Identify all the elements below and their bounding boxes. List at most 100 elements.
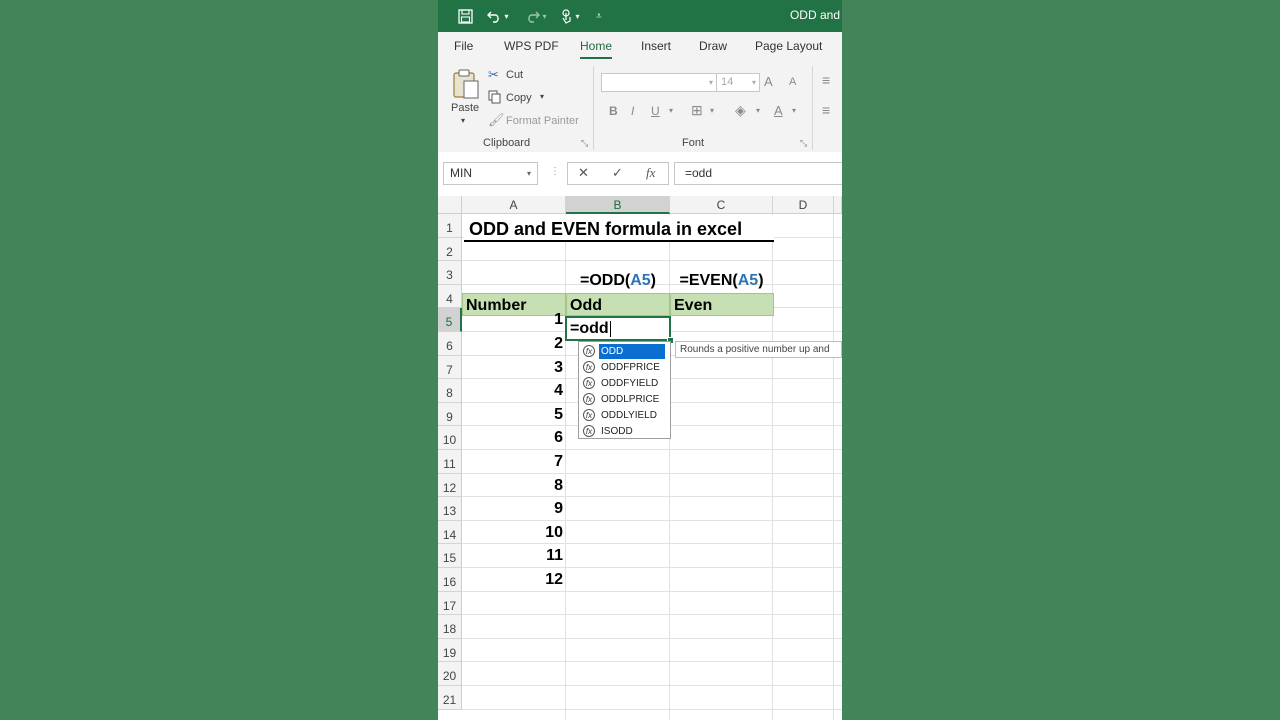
cancel-icon[interactable]: ✕ <box>578 165 589 181</box>
tab-draw[interactable]: Draw <box>699 39 727 53</box>
worksheet-grid[interactable]: A B C D 1 2 3 4 5 6 7 8 9 10 11 12 13 14 15 16 17 18 19 20 2… <box>438 196 842 720</box>
tab-home[interactable]: Home <box>580 39 613 59</box>
ribbon-tabs: File WPS PDF Home Insert Draw Page Layou… <box>438 32 842 60</box>
row-header-4[interactable]: 4 <box>438 284 462 309</box>
row-header-3[interactable]: 3 <box>438 261 462 285</box>
autocomplete-list: fx ODD fx ODDFPRICE fx ODDFYIELD fx ODDLPRIC… <box>578 341 671 439</box>
underline-dropdown-icon[interactable]: ▾ <box>669 106 673 115</box>
formula-input[interactable]: =odd <box>674 162 842 185</box>
font-launcher-icon[interactable]: ⤡ <box>800 138 807 149</box>
autocomplete-item-isodd[interactable]: fx ISODD <box>581 424 669 439</box>
number-cell[interactable]: 7 <box>462 450 563 473</box>
number-cell[interactable]: 10 <box>462 521 563 544</box>
column-header-b[interactable]: B <box>566 196 670 214</box>
redo-button[interactable]: ▾ <box>521 6 551 26</box>
shrink-font-icon[interactable]: A <box>789 76 796 88</box>
row-header-16[interactable]: 16 <box>438 568 462 592</box>
row-header-2[interactable]: 2 <box>438 237 462 262</box>
row-header-21[interactable]: 21 <box>438 686 462 710</box>
row-header-13[interactable]: 13 <box>438 497 462 521</box>
row-header-19[interactable]: 19 <box>438 638 462 663</box>
format-painter-button[interactable]: 🖌 Format Painter <box>488 112 588 130</box>
function-icon: fx <box>583 345 595 357</box>
fill-color-icon[interactable]: ◈ <box>735 102 746 119</box>
active-cell[interactable]: =odd <box>565 316 671 341</box>
number-cell[interactable]: 12 <box>462 568 563 591</box>
enter-icon[interactable]: ✓ <box>612 165 623 181</box>
row-header-15[interactable]: 15 <box>438 544 462 568</box>
bold-button[interactable]: B <box>609 104 618 118</box>
number-cell[interactable]: 3 <box>462 356 563 379</box>
row-header-17[interactable]: 17 <box>438 591 462 616</box>
header-odd-cell[interactable]: Odd <box>566 293 670 316</box>
tab-wps-pdf[interactable]: WPS PDF <box>504 39 559 53</box>
number-cell[interactable]: 5 <box>462 403 563 426</box>
insert-function-icon[interactable]: fx <box>646 165 655 181</box>
column-header-a[interactable]: A <box>462 196 566 214</box>
number-cell[interactable]: 2 <box>462 332 563 355</box>
autocomplete-item-oddfyield[interactable]: fx ODDFYIELD <box>581 376 669 391</box>
undo-button[interactable]: ▾ <box>483 6 513 26</box>
row-header-20[interactable]: 20 <box>438 662 462 686</box>
number-cell[interactable]: 8 <box>462 474 563 497</box>
row-header-1[interactable]: 1 <box>438 214 462 238</box>
row-header-11[interactable]: 11 <box>438 450 462 474</box>
cut-button[interactable]: ✂ Cut <box>488 66 538 84</box>
odd-formula-label[interactable]: =ODD(A5) <box>566 269 670 292</box>
touch-dropdown-icon[interactable]: ▾ <box>575 12 579 21</box>
row-header-18[interactable]: 18 <box>438 615 462 639</box>
paste-button[interactable]: Paste ▾ <box>448 66 484 128</box>
grow-font-icon[interactable]: A <box>764 74 773 89</box>
row-header-14[interactable]: 14 <box>438 520 462 545</box>
align-top-icon[interactable]: ≡ <box>822 72 830 88</box>
even-formula-label[interactable]: =EVEN(A5) <box>670 269 773 292</box>
row-header-12[interactable]: 12 <box>438 473 462 498</box>
autocomplete-item-odd[interactable]: fx ODD <box>581 344 669 359</box>
number-cell[interactable]: 11 <box>462 544 563 567</box>
number-cell[interactable]: 4 <box>462 379 563 402</box>
number-cell[interactable]: 9 <box>462 497 563 520</box>
number-cell[interactable]: 6 <box>462 426 563 449</box>
row-header-5[interactable]: 5 <box>438 308 462 332</box>
row-header-9[interactable]: 9 <box>438 402 462 427</box>
row-header-8[interactable]: 8 <box>438 379 462 403</box>
autocomplete-item-oddlprice[interactable]: fx ODDLPRICE <box>581 392 669 407</box>
touch-mode-button[interactable]: ▾ <box>555 6 585 26</box>
paste-dropdown-icon[interactable]: ▾ <box>461 116 465 125</box>
autocomplete-item-oddfprice[interactable]: fx ODDFPRICE <box>581 360 669 375</box>
tab-page-layout[interactable]: Page Layout <box>755 39 822 53</box>
name-box[interactable]: MIN ▾ <box>443 162 538 185</box>
tab-file[interactable]: File <box>454 39 473 53</box>
tab-insert[interactable]: Insert <box>641 39 671 53</box>
undo-dropdown-icon[interactable]: ▾ <box>504 12 508 21</box>
font-color-dropdown-icon[interactable]: ▾ <box>792 106 796 115</box>
font-name-select[interactable]: ▾ <box>601 73 717 92</box>
borders-icon[interactable]: ⊞ <box>691 102 703 119</box>
row-header-6[interactable]: 6 <box>438 332 462 356</box>
customize-qat-icon[interactable]: ⩡ <box>592 6 606 26</box>
row-header-10[interactable]: 10 <box>438 426 462 450</box>
copy-button[interactable]: Copy ▾ <box>488 89 558 107</box>
copy-dropdown-icon[interactable]: ▾ <box>540 92 544 101</box>
font-size-select[interactable]: 14 ▾ <box>716 73 760 92</box>
font-color-icon[interactable]: A <box>774 103 783 118</box>
save-icon[interactable] <box>456 6 474 26</box>
select-all-button[interactable] <box>438 196 462 214</box>
clipboard-launcher-icon[interactable]: ⤡ <box>581 138 588 149</box>
row-header-7[interactable]: 7 <box>438 355 462 380</box>
number-cell[interactable]: 1 <box>462 308 563 331</box>
autocomplete-item-oddlyield[interactable]: fx ODDLYIELD <box>581 408 669 423</box>
header-even-cell[interactable]: Even <box>670 293 774 316</box>
column-header-c[interactable]: C <box>670 196 773 214</box>
column-header-e[interactable] <box>834 196 842 214</box>
splitter-icon[interactable]: ⋮ <box>550 166 560 177</box>
italic-button[interactable]: I <box>631 104 634 118</box>
name-box-dropdown-icon[interactable]: ▾ <box>527 163 531 184</box>
underline-button[interactable]: U <box>651 104 660 118</box>
column-header-d[interactable]: D <box>773 196 834 214</box>
sheet-title-cell[interactable]: ODD and EVEN formula in excel <box>464 215 774 242</box>
align-left-icon[interactable]: ≡ <box>822 102 830 118</box>
borders-dropdown-icon[interactable]: ▾ <box>710 106 714 115</box>
fill-color-dropdown-icon[interactable]: ▾ <box>756 106 760 115</box>
redo-dropdown-icon[interactable]: ▾ <box>542 12 546 21</box>
